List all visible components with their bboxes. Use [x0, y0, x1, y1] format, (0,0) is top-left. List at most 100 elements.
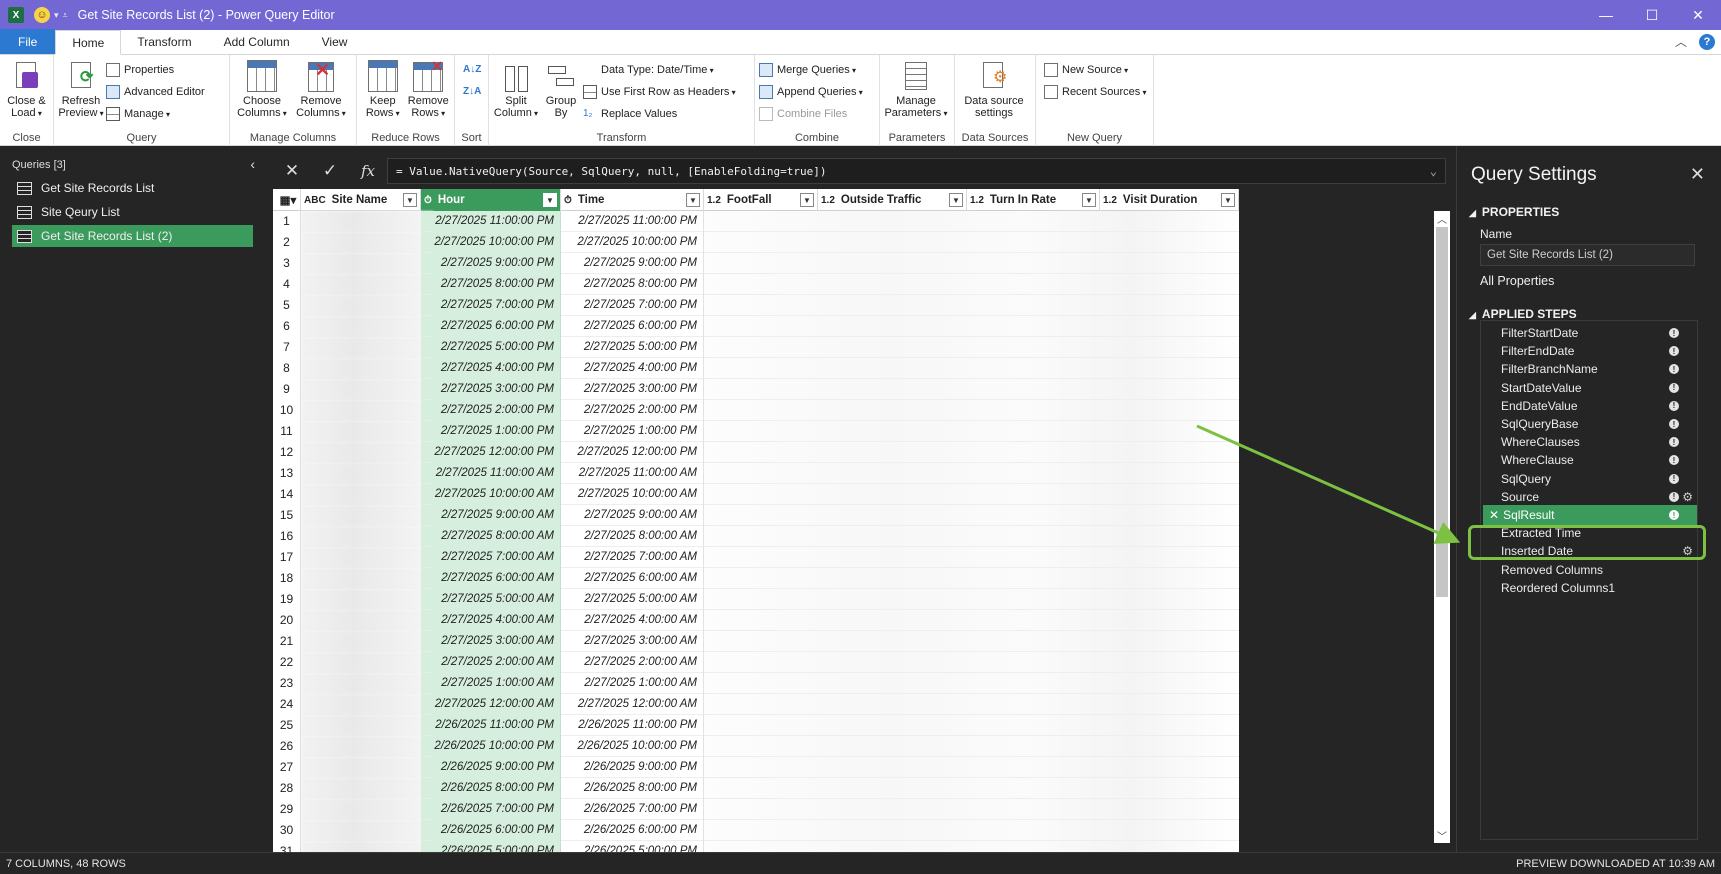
close-icon[interactable]: ✕ — [1690, 164, 1705, 185]
site-name-cell[interactable] — [301, 463, 433, 484]
time-cell[interactable]: 2/27/2025 9:00:00 PM — [561, 253, 704, 274]
vertical-scrollbar[interactable]: ︿ ﹀ — [1434, 211, 1450, 843]
hour-cell[interactable]: 2/27/2025 3:00:00 PM — [421, 379, 561, 400]
cancel-formula-icon[interactable]: ✕ — [273, 161, 311, 181]
collapse-pane-icon[interactable]: ‹ — [250, 156, 255, 172]
table-row[interactable]: 7 2/27/2025 5:00:00 PM 2/27/2025 5:00:00 P… — [273, 337, 1239, 358]
column-header-visit-duration[interactable]: 1.2 Visit Duration ▼ — [1100, 189, 1239, 211]
replace-values-button[interactable]: 1₂ Replace Values — [583, 104, 736, 123]
hour-cell[interactable]: 2/26/2025 9:00:00 PM — [421, 757, 561, 778]
table-row[interactable]: 29 2/26/2025 7:00:00 PM 2/26/2025 7:00:00 … — [273, 799, 1239, 820]
table-row[interactable]: 20 2/27/2025 4:00:00 AM 2/27/2025 4:00:00 … — [273, 610, 1239, 631]
filter-dropdown-icon[interactable]: ▼ — [1082, 193, 1096, 207]
time-cell[interactable]: 2/27/2025 4:00:00 AM — [561, 610, 704, 631]
hour-cell[interactable]: 2/26/2025 6:00:00 PM — [421, 820, 561, 841]
chevron-down-icon[interactable]: ▾ — [54, 10, 59, 21]
applied-step[interactable]: FilterStartDate! — [1481, 323, 1697, 343]
time-cell[interactable]: 2/27/2025 2:00:00 PM — [561, 400, 704, 421]
column-header-outside-traffic[interactable]: 1.2 Outside Traffic ▼ — [818, 189, 967, 211]
query-item[interactable]: Site Qeury List — [12, 201, 253, 223]
site-name-cell[interactable] — [301, 274, 433, 295]
filter-dropdown-icon[interactable]: ▼ — [403, 193, 417, 207]
table-row[interactable]: 27 2/26/2025 9:00:00 PM 2/26/2025 9:00:00 … — [273, 757, 1239, 778]
time-cell[interactable]: 2/27/2025 3:00:00 AM — [561, 631, 704, 652]
hour-cell[interactable]: 2/27/2025 4:00:00 AM — [421, 610, 561, 631]
site-name-cell[interactable] — [301, 694, 433, 715]
site-name-cell[interactable] — [301, 820, 433, 841]
time-cell[interactable]: 2/27/2025 7:00:00 AM — [561, 547, 704, 568]
table-row[interactable]: 15 2/27/2025 9:00:00 AM 2/27/2025 9:00:00 … — [273, 505, 1239, 526]
manage-button[interactable]: Manage — [106, 104, 205, 123]
table-row[interactable]: 6 2/27/2025 6:00:00 PM 2/27/2025 6:00:00 P… — [273, 316, 1239, 337]
filter-dropdown-icon[interactable]: ▼ — [949, 193, 963, 207]
applied-step[interactable]: Removed Columns — [1481, 560, 1697, 580]
tab-transform[interactable]: Transform — [121, 30, 207, 54]
filter-dropdown-icon[interactable]: ▼ — [800, 193, 814, 207]
time-cell[interactable]: 2/27/2025 11:00:00 PM — [561, 211, 704, 232]
table-row[interactable]: 21 2/27/2025 3:00:00 AM 2/27/2025 3:00:00 … — [273, 631, 1239, 652]
recent-sources-button[interactable]: Recent Sources — [1044, 82, 1147, 101]
site-name-cell[interactable] — [301, 673, 433, 694]
time-cell[interactable]: 2/27/2025 8:00:00 AM — [561, 526, 704, 547]
site-name-cell[interactable] — [301, 316, 433, 337]
merge-queries-button[interactable]: Merge Queries — [759, 60, 863, 79]
sort-descending-button[interactable]: Z↓A — [463, 82, 481, 101]
table-row[interactable]: 3 2/27/2025 9:00:00 PM 2/27/2025 9:00:00 P… — [273, 253, 1239, 274]
table-row[interactable]: 26 2/26/2025 10:00:00 PM 2/26/2025 10:00:0… — [273, 736, 1239, 757]
table-row[interactable]: 2 2/27/2025 10:00:00 PM 2/27/2025 10:00:00… — [273, 232, 1239, 253]
hour-cell[interactable]: 2/27/2025 10:00:00 AM — [421, 484, 561, 505]
site-name-cell[interactable] — [301, 568, 433, 589]
applied-step-selected[interactable]: ✕ SqlResult! — [1483, 505, 1697, 525]
collapse-ribbon-icon[interactable]: ︿ — [1675, 33, 1687, 50]
time-cell[interactable]: 2/27/2025 5:00:00 PM — [561, 337, 704, 358]
site-name-cell[interactable] — [301, 589, 433, 610]
time-cell[interactable]: 2/27/2025 8:00:00 PM — [561, 274, 704, 295]
site-name-cell[interactable] — [301, 841, 433, 852]
site-name-cell[interactable] — [301, 715, 433, 736]
customize-qat-icon[interactable]: ⩡ — [63, 10, 68, 21]
hour-cell[interactable]: 2/27/2025 7:00:00 AM — [421, 547, 561, 568]
time-cell[interactable]: 2/27/2025 3:00:00 PM — [561, 379, 704, 400]
table-row[interactable]: 9 2/27/2025 3:00:00 PM 2/27/2025 3:00:00 P… — [273, 379, 1239, 400]
help-icon[interactable]: ? — [1699, 33, 1715, 50]
site-name-cell[interactable] — [301, 526, 433, 547]
table-row[interactable]: 5 2/27/2025 7:00:00 PM 2/27/2025 7:00:00 P… — [273, 295, 1239, 316]
table-row[interactable]: 18 2/27/2025 6:00:00 AM 2/27/2025 6:00:00 … — [273, 568, 1239, 589]
time-cell[interactable]: 2/26/2025 6:00:00 PM — [561, 820, 704, 841]
applied-steps-section-header[interactable]: ◢ APPLIED STEPS — [1469, 307, 1577, 321]
new-source-button[interactable]: New Source — [1044, 60, 1147, 79]
time-cell[interactable]: 2/26/2025 5:00:00 PM — [561, 841, 704, 852]
scroll-up-icon[interactable]: ︿ — [1434, 211, 1450, 226]
scroll-down-icon[interactable]: ﹀ — [1434, 828, 1450, 843]
hour-cell[interactable]: 2/27/2025 1:00:00 PM — [421, 421, 561, 442]
tab-file[interactable]: File — [0, 29, 56, 54]
site-name-cell[interactable] — [301, 400, 433, 421]
data-type-dropdown[interactable]: Data Type: Date/Time — [583, 60, 736, 79]
time-cell[interactable]: 2/26/2025 9:00:00 PM — [561, 757, 704, 778]
hour-cell[interactable]: 2/26/2025 11:00:00 PM — [421, 715, 561, 736]
time-cell[interactable]: 2/27/2025 9:00:00 AM — [561, 505, 704, 526]
time-cell[interactable]: 2/26/2025 11:00:00 PM — [561, 715, 704, 736]
table-row[interactable]: 19 2/27/2025 5:00:00 AM 2/27/2025 5:00:00 … — [273, 589, 1239, 610]
hour-cell[interactable]: 2/27/2025 7:00:00 PM — [421, 295, 561, 316]
hour-cell[interactable]: 2/27/2025 5:00:00 AM — [421, 589, 561, 610]
time-cell[interactable]: 2/27/2025 1:00:00 PM — [561, 421, 704, 442]
site-name-cell[interactable] — [301, 505, 433, 526]
hour-cell[interactable]: 2/26/2025 5:00:00 PM — [421, 841, 561, 852]
column-header-footfall[interactable]: 1.2 FootFall ▼ — [704, 189, 818, 211]
site-name-cell[interactable] — [301, 253, 433, 274]
table-row[interactable]: 28 2/26/2025 8:00:00 PM 2/26/2025 8:00:00 … — [273, 778, 1239, 799]
use-first-row-headers-button[interactable]: Use First Row as Headers — [583, 82, 736, 101]
append-queries-button[interactable]: Append Queries — [759, 82, 863, 101]
time-cell[interactable]: 2/26/2025 10:00:00 PM — [561, 736, 704, 757]
site-name-cell[interactable] — [301, 778, 433, 799]
site-name-cell[interactable] — [301, 232, 433, 253]
time-cell[interactable]: 2/27/2025 10:00:00 AM — [561, 484, 704, 505]
time-cell[interactable]: 2/27/2025 2:00:00 AM — [561, 652, 704, 673]
time-cell[interactable]: 2/27/2025 1:00:00 AM — [561, 673, 704, 694]
commit-formula-icon[interactable]: ✓ — [311, 161, 349, 181]
table-row[interactable]: 24 2/27/2025 12:00:00 AM 2/27/2025 12:00:0… — [273, 694, 1239, 715]
hour-cell[interactable]: 2/27/2025 10:00:00 PM — [421, 232, 561, 253]
site-name-cell[interactable] — [301, 358, 433, 379]
minimize-button[interactable]: — — [1583, 0, 1629, 30]
